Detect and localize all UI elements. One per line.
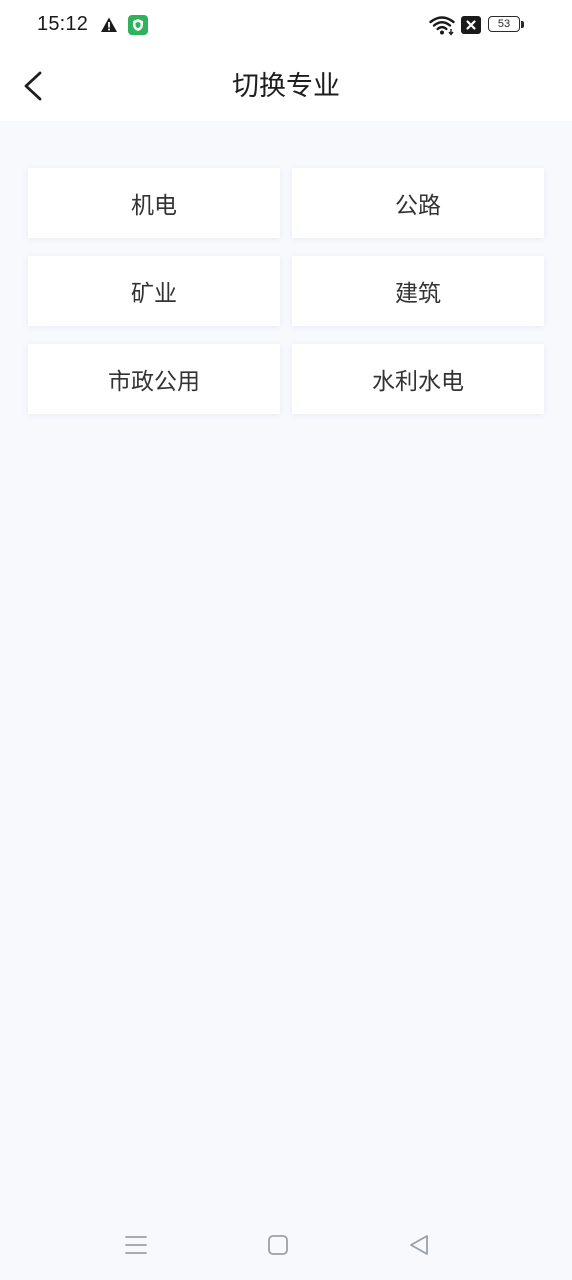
battery-level: 53 — [497, 18, 511, 30]
content-area: 机电 公路 矿业 建筑 市政公用 水利水电 — [0, 121, 572, 1209]
major-item-municipal[interactable]: 市政公用 — [28, 344, 280, 414]
battery-icon: 53 — [488, 15, 526, 35]
page-title: 切换专业 — [232, 71, 340, 102]
x-icon — [461, 16, 481, 34]
major-grid: 机电 公路 矿业 建筑 市政公用 水利水电 — [28, 168, 544, 414]
nav-bar — [0, 1209, 572, 1280]
major-item-mining[interactable]: 矿业 — [28, 256, 280, 326]
chevron-left-icon[interactable] — [16, 68, 52, 104]
major-item-electromechanical[interactable]: 机电 — [28, 168, 280, 238]
shield-icon — [128, 15, 148, 35]
menu-icon[interactable] — [125, 1234, 147, 1256]
major-item-construction[interactable]: 建筑 — [292, 256, 544, 326]
header: 切换专业 — [0, 52, 572, 121]
status-time: 15:12 — [37, 13, 89, 35]
wifi-icon — [429, 16, 455, 36]
back-triangle-icon[interactable] — [407, 1233, 431, 1257]
major-item-water-conservancy[interactable]: 水利水电 — [292, 344, 544, 414]
warning-icon — [101, 17, 117, 32]
battery-tip — [521, 21, 524, 28]
home-icon[interactable] — [267, 1234, 289, 1256]
status-bar: 15:12 53 — [0, 0, 572, 52]
major-item-highway[interactable]: 公路 — [292, 168, 544, 238]
